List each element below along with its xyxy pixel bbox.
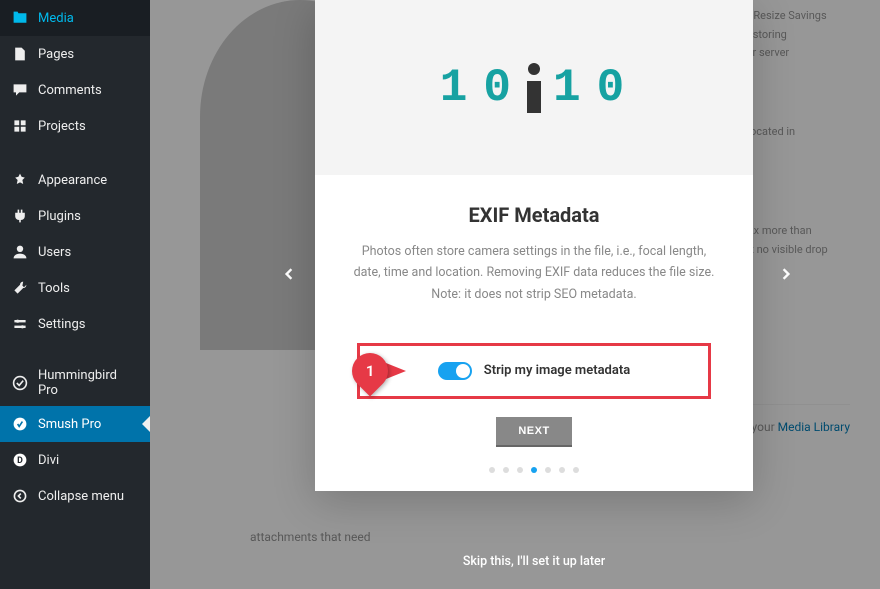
sidebar-item-label: Media	[38, 11, 74, 26]
sidebar-item-label: Users	[38, 245, 71, 260]
sidebar-item-users[interactable]: Users	[0, 234, 150, 270]
sidebar-item-comments[interactable]: Comments	[0, 72, 150, 108]
annotation-marker: 1	[352, 353, 406, 389]
media-icon	[10, 8, 30, 28]
sidebar-item-label: Comments	[38, 83, 102, 98]
sidebar-item-label: Collapse menu	[38, 489, 124, 504]
admin-sidebar: Media Pages Comments Projects Appearance…	[0, 0, 150, 589]
tools-icon	[10, 278, 30, 298]
plugins-icon	[10, 206, 30, 226]
step-indicator	[315, 445, 753, 491]
sidebar-item-plugins[interactable]: Plugins	[0, 198, 150, 234]
skip-link[interactable]: Skip this, I'll set it up later	[315, 536, 753, 587]
sidebar-item-label: Plugins	[38, 209, 81, 224]
next-button[interactable]: NEXT	[496, 417, 571, 445]
sidebar-item-tools[interactable]: Tools	[0, 270, 150, 306]
strip-metadata-option: 1 Strip my image metadata	[357, 343, 711, 399]
users-icon	[10, 242, 30, 262]
sidebar-item-smush[interactable]: Smush Pro	[0, 406, 150, 442]
svg-text:D: D	[17, 456, 23, 466]
sidebar-item-label: Divi	[38, 453, 59, 468]
hummingbird-icon	[10, 373, 30, 393]
toggle-label: Strip my image metadata	[484, 363, 630, 378]
onboarding-modal: 10 10 EXIF Metadata Photos often store c…	[315, 0, 753, 491]
carousel-next-button[interactable]	[777, 265, 795, 283]
sidebar-item-divi[interactable]: D Divi	[0, 442, 150, 478]
projects-icon	[10, 116, 30, 136]
sidebar-item-settings[interactable]: Settings	[0, 306, 150, 342]
appearance-icon	[10, 170, 30, 190]
sidebar-item-label: Tools	[38, 281, 70, 296]
sidebar-item-projects[interactable]: Projects	[0, 108, 150, 144]
smush-icon	[10, 414, 30, 434]
sidebar-item-hummingbird[interactable]: Hummingbird Pro	[0, 360, 150, 406]
modal-description: Photos often store camera settings in th…	[351, 241, 717, 305]
sidebar-item-media[interactable]: Media	[0, 0, 150, 36]
sidebar-item-appearance[interactable]: Appearance	[0, 162, 150, 198]
sidebar-item-pages[interactable]: Pages	[0, 36, 150, 72]
comments-icon	[10, 80, 30, 100]
sidebar-item-label: Smush Pro	[38, 417, 101, 432]
collapse-icon	[10, 486, 30, 506]
sidebar-item-label: Hummingbird Pro	[38, 368, 140, 398]
strip-metadata-toggle[interactable]	[438, 362, 472, 380]
modal-logo: 10 10	[315, 0, 753, 175]
sidebar-item-label: Appearance	[38, 173, 107, 188]
sidebar-item-label: Settings	[38, 317, 85, 332]
divi-icon: D	[10, 450, 30, 470]
carousel-prev-button[interactable]	[280, 265, 298, 283]
sidebar-item-collapse[interactable]: Collapse menu	[0, 478, 150, 514]
sidebar-item-label: Pages	[38, 47, 74, 62]
modal-title: EXIF Metadata	[351, 203, 717, 227]
pages-icon	[10, 44, 30, 64]
settings-icon	[10, 314, 30, 334]
sidebar-item-label: Projects	[38, 119, 86, 134]
